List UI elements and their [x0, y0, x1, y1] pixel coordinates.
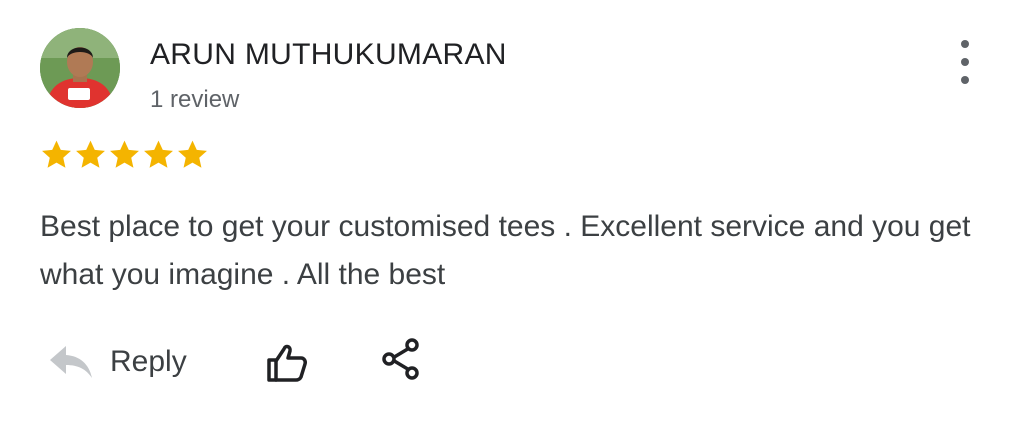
thumbs-up-icon[interactable] [264, 340, 310, 386]
more-vert-icon-dot [961, 58, 969, 66]
more-vert-icon-dot [961, 76, 969, 84]
avatar[interactable] [40, 28, 120, 108]
more-vert-icon [961, 40, 969, 48]
review-card: ARUN MUTHUKUMARAN 1 review Best place to… [0, 0, 1024, 435]
profile-photo [40, 28, 120, 108]
author-name[interactable]: ARUN MUTHUKUMARAN [150, 38, 507, 72]
share-icon[interactable] [378, 336, 424, 382]
star-icon [76, 140, 105, 168]
more-options-button[interactable] [950, 40, 980, 84]
review-text: Best place to get your customised tees .… [40, 210, 971, 291]
star-icon [144, 140, 173, 168]
star-icon [178, 140, 207, 168]
reply-button[interactable]: Reply [110, 345, 187, 379]
star-rating [40, 138, 209, 172]
review-count: 1 review [150, 86, 240, 113]
star-icon [42, 140, 71, 168]
star-icon [110, 140, 139, 168]
reply-icon[interactable] [48, 344, 94, 380]
review-actions: Reply [40, 334, 480, 394]
